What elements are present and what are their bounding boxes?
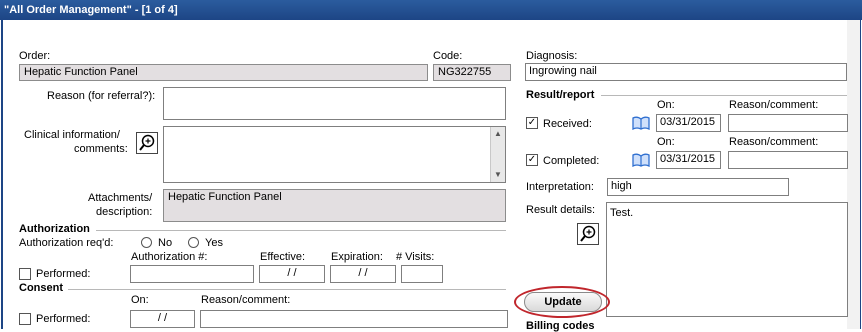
authorization-section-title: Authorization xyxy=(19,223,90,235)
clinical-zoom-button[interactable] xyxy=(136,132,158,154)
effective-date-input[interactable]: / / xyxy=(259,265,325,283)
diagnosis-input[interactable]: Ingrowing nail xyxy=(525,63,847,81)
authorization-no-radio[interactable] xyxy=(141,237,152,248)
code-label: Code: xyxy=(433,50,463,62)
result-details-zoom-button[interactable] xyxy=(577,223,599,245)
attachments-label-line1: Attachments/ xyxy=(88,192,153,204)
received-on-label: On: xyxy=(657,99,675,111)
received-checkbox[interactable]: ✓ xyxy=(526,117,538,129)
result-details-label: Result details: xyxy=(526,204,596,216)
completed-label: Completed: xyxy=(543,155,600,167)
billing-codes-title: Billing codes xyxy=(526,320,595,332)
reason-input[interactable] xyxy=(163,87,506,120)
received-label: Received: xyxy=(543,118,592,130)
effective-label: Effective: xyxy=(260,251,306,263)
reason-label: Reason (for referral?): xyxy=(47,90,156,102)
scroll-down-arrow-icon[interactable]: ▼ xyxy=(491,168,505,182)
consent-reason-label: Reason/comment: xyxy=(201,294,291,306)
authorization-required-label: Authorization req'd: xyxy=(19,237,114,249)
visits-input[interactable] xyxy=(401,265,443,283)
visits-label: # Visits: xyxy=(396,251,435,263)
consent-performed-checkbox[interactable] xyxy=(19,313,31,325)
consent-reason-input[interactable] xyxy=(200,310,508,328)
completed-reason-input[interactable] xyxy=(728,151,848,169)
received-reason-label: Reason/comment: xyxy=(729,99,819,111)
magnifier-plus-icon xyxy=(139,134,155,151)
completed-date-input[interactable]: 03/31/2015 xyxy=(656,151,721,169)
consent-divider xyxy=(68,289,506,290)
authorization-number-input[interactable] xyxy=(130,265,254,283)
interpretation-label: Interpretation: xyxy=(526,181,594,193)
open-book-icon[interactable] xyxy=(632,116,650,130)
window-scrollbar[interactable] xyxy=(847,20,860,329)
window-title-bar: "All Order Management" - [1 of 4] xyxy=(0,0,862,20)
result-section-title: Result/report xyxy=(526,89,595,101)
authorization-yes-label: Yes xyxy=(205,237,223,249)
consent-section-title: Consent xyxy=(19,282,63,294)
authorization-performed-checkbox[interactable] xyxy=(19,268,31,280)
expiration-date-input[interactable]: / / xyxy=(330,265,396,283)
code-field: NG322755 xyxy=(433,64,511,81)
scroll-up-arrow-icon[interactable]: ▲ xyxy=(491,127,505,141)
magnifier-plus-icon xyxy=(580,225,596,242)
consent-date-input[interactable]: / / xyxy=(130,310,195,328)
consent-on-label: On: xyxy=(131,294,149,306)
open-book-icon[interactable] xyxy=(632,153,650,167)
clinical-textarea[interactable] xyxy=(163,126,506,183)
authorization-yes-radio[interactable] xyxy=(188,237,199,248)
clinical-scrollbar[interactable]: ▲ ▼ xyxy=(490,127,505,182)
result-details-textarea[interactable]: Test. xyxy=(606,202,848,317)
completed-on-label: On: xyxy=(657,136,675,148)
clinical-label-line1: Clinical information/ xyxy=(24,129,120,141)
received-date-input[interactable]: 03/31/2015 xyxy=(656,114,721,132)
authorization-no-label: No xyxy=(158,237,173,249)
order-field: Hepatic Function Panel xyxy=(19,64,428,81)
order-label: Order: xyxy=(19,50,51,62)
result-divider xyxy=(601,95,847,96)
authorization-number-label: Authorization #: xyxy=(131,251,208,263)
interpretation-input[interactable]: high xyxy=(607,178,789,196)
completed-reason-label: Reason/comment: xyxy=(729,136,819,148)
consent-performed-label: Performed: xyxy=(36,313,91,325)
authorization-divider xyxy=(96,230,506,231)
diagnosis-label: Diagnosis: xyxy=(526,50,578,62)
attachments-label-line2: description: xyxy=(96,206,153,218)
window-title: "All Order Management" - [1 of 4] xyxy=(4,4,178,16)
received-reason-input[interactable] xyxy=(728,114,848,132)
clinical-label-line2: comments: xyxy=(74,143,128,155)
update-button[interactable]: Update xyxy=(524,292,602,312)
completed-checkbox[interactable]: ✓ xyxy=(526,154,538,166)
expiration-label: Expiration: xyxy=(331,251,383,263)
authorization-performed-label: Performed: xyxy=(36,268,91,280)
attachments-field: Hepatic Function Panel xyxy=(163,189,506,222)
